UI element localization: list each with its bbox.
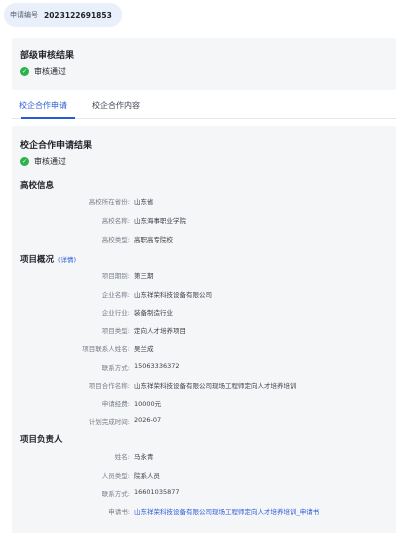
field-label: 计划完成时间: [88,418,130,426]
application-result-status: ✓ 审核通过 [20,156,66,167]
field-value: 2026-07 [134,416,162,424]
field-project-type: 项目类型: 定向人才培养项目 [12,325,396,337]
field-value: 山东省 [134,198,154,206]
project-details-link[interactable]: (详情) [58,256,76,264]
tab-bar: 校企合作申请 校企合作内容 [12,96,396,119]
field-value: 15063336372 [134,362,180,370]
field-label: 项目期别: [101,272,130,280]
field-label: 联系方式: [101,364,130,372]
field-company-name: 企业名称: 山东祥荣科技设备有限公司 [12,289,396,301]
field-value: 16601035877 [134,488,180,496]
field-contact-name: 项目联系人姓名: 吴兰成 [12,343,396,355]
field-label: 姓名: [114,453,130,461]
field-lead-phone: 联系方式: 16601035877 [12,488,396,500]
field-lead-name: 姓名: 马永青 [12,451,396,463]
application-result-status-text: 审核通过 [34,157,66,166]
field-value: 院系人员 [134,472,160,480]
tab-content[interactable]: 校企合作内容 [92,100,140,111]
field-label: 人员类型: [101,472,130,480]
application-number-badge: 申请编号 2023122691853 [4,3,122,27]
field-school-province: 高校所在省份: 山东省 [12,196,396,208]
field-value: 山东祥荣科技设备有限公司现场工程师定向人才培养培训 [134,382,297,390]
check-circle-icon: ✓ [20,157,29,166]
school-section-title: 高校信息 [20,181,55,191]
field-school-type: 高校类型: 高职高专院校 [12,234,396,246]
project-section-title: 项目概况 (详情) [20,253,76,265]
field-value: 高职高专院校 [134,236,173,244]
field-company-industry: 企业行业: 装备制造行业 [12,307,396,319]
dept-review-title: 部级审核结果 [20,51,75,61]
project-section-title-text: 项目概况 [20,255,55,265]
field-planned-completion: 计划完成时间: 2026-07 [12,416,396,428]
field-school-name: 高校名称: 山东海事职业学院 [12,215,396,227]
field-requested-funding: 申请经费: 10000元 [12,398,396,410]
field-value: 定向人才培养项目 [134,327,186,335]
field-value: 第三期 [134,272,154,280]
dept-review-status: ✓ 审核通过 [20,66,66,77]
field-label: 高校名称: [101,217,130,225]
dept-review-panel: 部级审核结果 ✓ 审核通过 [12,38,396,90]
field-label: 项目类型: [101,327,130,335]
dept-review-status-text: 审核通过 [34,67,66,76]
field-value: 马永青 [134,453,154,461]
application-result-title: 校企合作申请结果 [20,141,93,151]
field-value: 山东海事职业学院 [134,217,186,225]
field-label: 申请书: [108,508,130,516]
field-label: 高校所在省份: [88,198,130,206]
field-value: 吴兰成 [134,345,154,353]
check-circle-icon: ✓ [20,67,29,76]
field-project-name: 项目合作名称: 山东祥荣科技设备有限公司现场工程师定向人才培养培训 [12,380,396,392]
field-value: 装备制造行业 [134,309,173,317]
field-label: 项目联系人姓名: [82,345,130,353]
lead-section-title: 项目负责人 [20,435,63,445]
field-value: 山东祥荣科技设备有限公司 [134,291,212,299]
field-contact-phone: 联系方式: 15063336372 [12,362,396,374]
active-tab-indicator [21,117,75,119]
field-label: 企业名称: [101,291,130,299]
field-lead-type: 人员类型: 院系人员 [12,470,396,482]
field-project-phase: 项目期别: 第三期 [12,270,396,282]
field-application-document: 申请书: 山东祥荣科技设备有限公司现场工程师定向人才培养培训_申请书 [12,506,396,518]
field-label: 项目合作名称: [88,382,130,390]
application-panel: 校企合作申请结果 ✓ 审核通过 高校信息 高校所在省份: 山东省 高校名称: 山… [12,126,396,533]
field-label: 企业行业: [101,309,130,317]
application-document-link[interactable]: 山东祥荣科技设备有限公司现场工程师定向人才培养培训_申请书 [134,506,319,516]
field-label: 申请经费: [101,400,130,408]
application-number-label: 申请编号 [10,11,38,19]
field-label: 联系方式: [101,490,130,498]
field-label: 高校类型: [101,236,130,244]
tab-application[interactable]: 校企合作申请 [19,100,67,111]
field-value: 10000元 [134,400,162,408]
application-number-value: 2023122691853 [44,10,112,20]
